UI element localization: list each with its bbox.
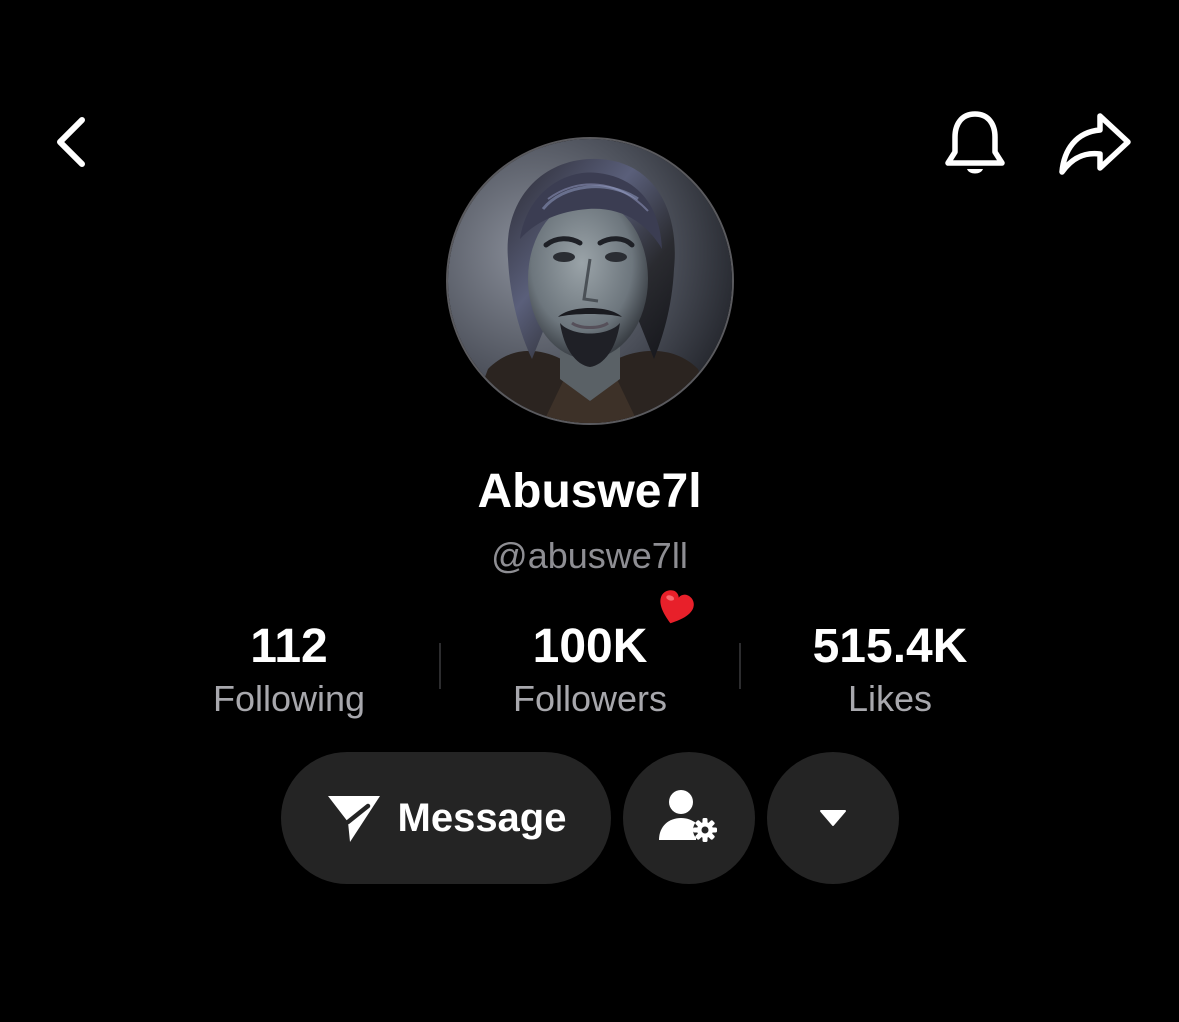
- message-button-label: Message: [397, 795, 567, 840]
- notifications-button[interactable]: [938, 106, 1012, 182]
- avatar-image: [448, 139, 732, 423]
- paper-plane-icon: [327, 796, 380, 842]
- message-button[interactable]: Message: [281, 752, 611, 884]
- likes-count: 515.4K: [812, 620, 968, 673]
- share-button[interactable]: [1052, 106, 1136, 182]
- bell-icon: [945, 111, 1005, 174]
- caret-down-icon: [820, 810, 846, 826]
- avatar[interactable]: [446, 137, 734, 425]
- followers-stat[interactable]: 100K Followers: [460, 618, 720, 722]
- stat-divider: [439, 643, 441, 689]
- red-heart-icon: [660, 590, 694, 624]
- stat-divider: [739, 643, 741, 689]
- back-button[interactable]: [40, 110, 100, 174]
- likes-stat[interactable]: 515.4K Likes: [760, 618, 1020, 722]
- more-options-button[interactable]: [767, 752, 899, 884]
- chevron-left-icon: [57, 117, 85, 167]
- following-count: 112: [250, 620, 328, 673]
- followers-label: Followers: [512, 678, 668, 719]
- following-stat[interactable]: 112 Following: [159, 618, 419, 722]
- likes-label: Likes: [847, 678, 933, 719]
- display-name: Abuswe7l: [477, 465, 702, 518]
- username-handle: @abuswe7ll: [491, 535, 688, 576]
- user-gear-icon: [659, 790, 717, 842]
- following-label: Following: [212, 678, 366, 719]
- share-arrow-icon: [1059, 113, 1131, 175]
- profile-settings-button[interactable]: [623, 752, 755, 884]
